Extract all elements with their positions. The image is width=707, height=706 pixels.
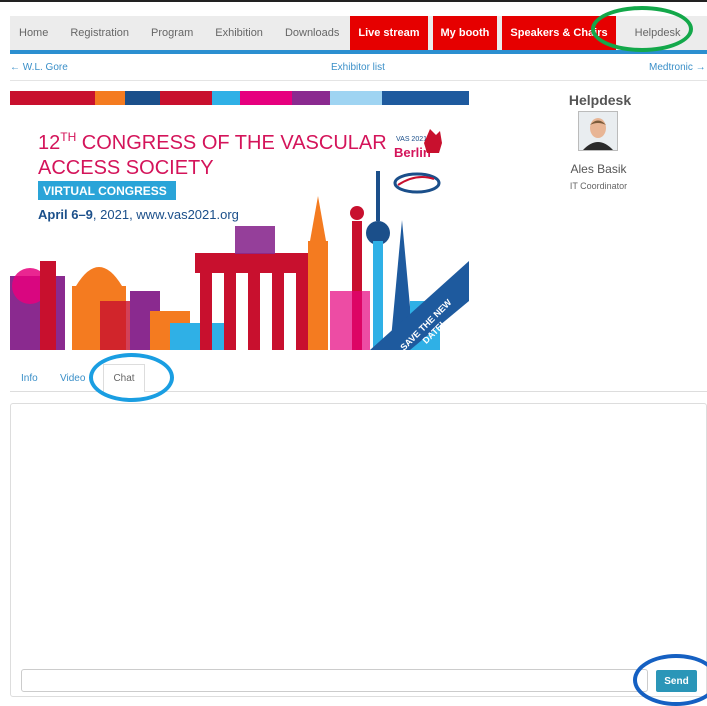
send-button[interactable]: Send [656,670,697,692]
banner-title-line2: ACCESS SOCIETY [38,157,214,179]
svg-text:12TH CONGRESS OF THE VASCULAR: 12TH CONGRESS OF THE VASCULAR [38,130,387,154]
chat-message-input[interactable] [21,669,648,692]
person-avatar-icon [579,112,617,150]
main-nav: Home Registration Program Exhibition Dow… [10,16,707,50]
helpdesk-person-role: IT Coordinator [569,181,628,191]
vas-logo-text: VAS 2021 [396,136,427,143]
helpdesk-title: Helpdesk [568,92,632,108]
exhibitor-list-link[interactable]: Exhibitor list [331,62,385,73]
nav-speakers-chairs[interactable]: Speakers & Chairs [502,16,616,50]
next-exhibitor-link[interactable]: Medtronic → [649,62,706,73]
nav-helpdesk[interactable]: Helpdesk [621,16,695,50]
banner-date: April 6–9 [38,207,93,222]
divider [10,80,707,81]
nav-downloads[interactable]: Downloads [274,16,350,50]
nav-home[interactable]: Home [10,16,59,50]
banner-title-num: 12 [38,132,60,154]
banner-date-rest: , 2021, www.vas2021.org [93,207,239,222]
prev-exhibitor-link[interactable]: ← W.L. Gore [10,62,68,73]
nav-exhibition[interactable]: Exhibition [204,16,274,50]
helpdesk-person-name: Ales Basik [570,162,627,176]
banner-badge: VIRTUAL CONGRESS [43,184,167,198]
nav-live-stream[interactable]: Live stream [350,16,428,50]
top-border [0,0,707,2]
exhibitor-subnav: ← W.L. Gore Exhibitor list Medtronic → [0,60,707,76]
chat-messages-panel [10,403,707,697]
svg-text:April 6–9, 2021, www.vas2021.o: April 6–9, 2021, www.vas2021.org [38,207,239,222]
tab-info[interactable]: Info [21,373,38,384]
avatar[interactable] [578,111,618,151]
nav-program[interactable]: Program [140,16,204,50]
nav-underline [10,50,707,54]
nav-registration[interactable]: Registration [59,16,140,50]
banner-title-sup: TH [60,130,76,144]
nav-my-booth[interactable]: My booth [432,16,498,50]
banner-title-line1: CONGRESS OF THE VASCULAR [76,132,386,154]
tab-video[interactable]: Video [60,373,85,384]
tab-chat[interactable]: Chat [103,364,145,392]
congress-banner: 12TH CONGRESS OF THE VASCULAR ACCESS SOC… [10,91,469,350]
